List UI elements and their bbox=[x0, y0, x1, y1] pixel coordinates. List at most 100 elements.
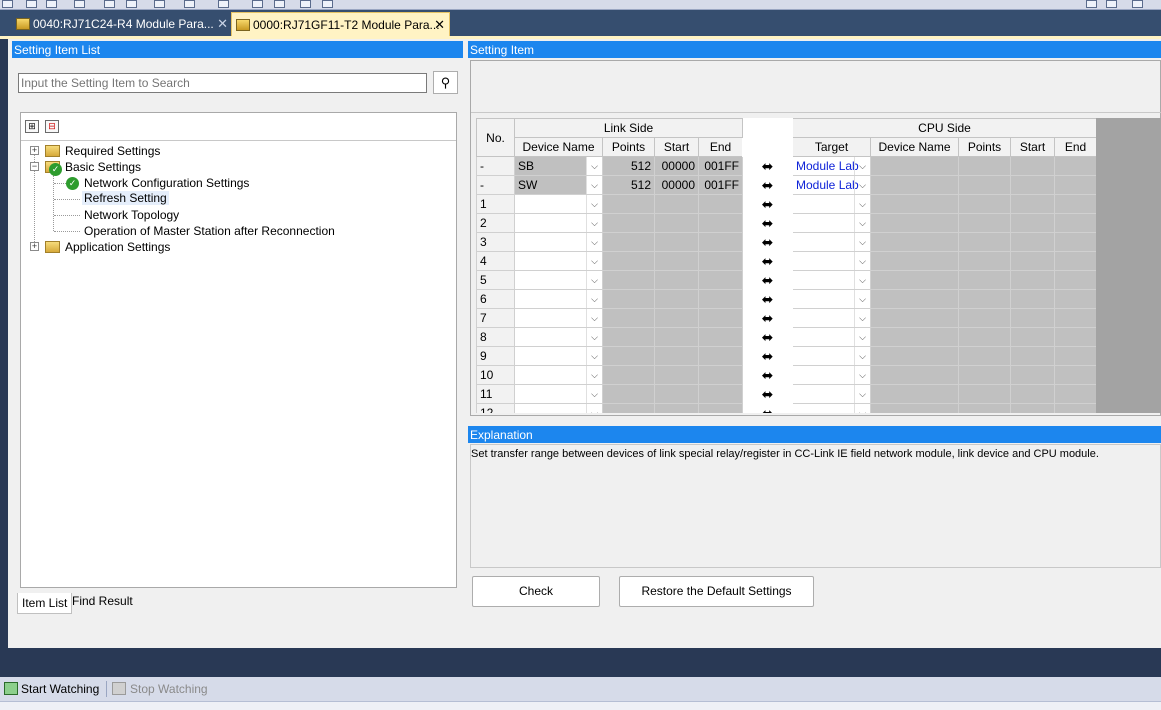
toolbar-icon[interactable] bbox=[26, 0, 37, 8]
cpu-start-cell[interactable] bbox=[1010, 194, 1055, 214]
end-cell[interactable]: 001FF bbox=[698, 175, 743, 195]
cpu-points-cell[interactable] bbox=[958, 175, 1011, 195]
chevron-down-icon[interactable]: ⌵ bbox=[854, 347, 870, 365]
points-cell[interactable] bbox=[602, 346, 655, 366]
cpu-end-cell[interactable] bbox=[1054, 194, 1096, 214]
points-cell[interactable]: 512 bbox=[602, 175, 655, 195]
toolbar-icon[interactable] bbox=[46, 0, 57, 8]
points-cell[interactable] bbox=[602, 308, 655, 328]
target-combo[interactable]: ⌵ bbox=[792, 346, 871, 366]
cpu-end-cell[interactable] bbox=[1054, 270, 1096, 290]
start-cell[interactable] bbox=[654, 327, 699, 347]
cpu-points-cell[interactable] bbox=[958, 365, 1011, 385]
device-name-combo[interactable]: ⌵ bbox=[514, 251, 603, 271]
cpu-device-name-cell[interactable] bbox=[870, 384, 959, 404]
chevron-down-icon[interactable]: ⌵ bbox=[586, 404, 602, 413]
chevron-down-icon[interactable]: ⌵ bbox=[586, 176, 602, 194]
close-icon[interactable]: ✕ bbox=[434, 17, 445, 33]
points-cell[interactable] bbox=[602, 232, 655, 252]
cpu-points-cell[interactable] bbox=[958, 327, 1011, 347]
check-button[interactable]: Check bbox=[472, 576, 600, 607]
end-cell[interactable] bbox=[698, 403, 743, 413]
chevron-down-icon[interactable]: ⌵ bbox=[586, 214, 602, 232]
start-watching-button[interactable]: Start Watching bbox=[21, 682, 99, 696]
cpu-start-cell[interactable] bbox=[1010, 289, 1055, 309]
check-icon[interactable] bbox=[154, 0, 165, 8]
chevron-down-icon[interactable]: ⌵ bbox=[854, 214, 870, 232]
start-cell[interactable] bbox=[654, 194, 699, 214]
end-cell[interactable] bbox=[698, 270, 743, 290]
tree-item-network-configuration-settings[interactable]: Network Configuration Settings bbox=[84, 176, 249, 190]
cpu-points-cell[interactable] bbox=[958, 403, 1011, 413]
device-name-combo[interactable]: SW ⌵ bbox=[514, 175, 603, 195]
cpu-device-name-cell[interactable] bbox=[870, 346, 959, 366]
cpu-end-cell[interactable] bbox=[1054, 327, 1096, 347]
collapse-all-icon[interactable]: ⊟ bbox=[45, 120, 59, 133]
chevron-down-icon[interactable]: ⌵ bbox=[854, 366, 870, 384]
end-cell[interactable] bbox=[698, 289, 743, 309]
cpu-device-name-cell[interactable] bbox=[870, 270, 959, 290]
tab-rj71c24-module-parameter[interactable]: 0040:RJ71C24-R4 Module Para... ✕ bbox=[12, 12, 232, 36]
target-combo[interactable]: ⌵ bbox=[792, 251, 871, 271]
zoom-icon[interactable] bbox=[218, 0, 229, 8]
cpu-points-cell[interactable] bbox=[958, 384, 1011, 404]
toolbar-icon[interactable] bbox=[2, 0, 13, 8]
chevron-down-icon[interactable]: ⌵ bbox=[586, 366, 602, 384]
expand-icon[interactable]: + bbox=[30, 242, 39, 251]
start-cell[interactable] bbox=[654, 346, 699, 366]
cpu-start-cell[interactable] bbox=[1010, 327, 1055, 347]
cpu-points-cell[interactable] bbox=[958, 232, 1011, 252]
check-icon[interactable] bbox=[126, 0, 137, 8]
end-cell[interactable] bbox=[698, 365, 743, 385]
tree-item-required-settings[interactable]: Required Settings bbox=[65, 144, 160, 158]
points-cell[interactable] bbox=[602, 289, 655, 309]
chevron-down-icon[interactable]: ⌵ bbox=[586, 271, 602, 289]
restore-default-settings-button[interactable]: Restore the Default Settings bbox=[619, 576, 814, 607]
print-icon[interactable] bbox=[300, 0, 311, 8]
points-cell[interactable] bbox=[602, 270, 655, 290]
chevron-down-icon[interactable]: ⌵ bbox=[586, 290, 602, 308]
find-binoculars-icon[interactable]: ⚲ bbox=[433, 71, 458, 94]
collapse-icon[interactable]: − bbox=[30, 162, 39, 171]
chevron-down-icon[interactable]: ⌵ bbox=[586, 252, 602, 270]
cpu-start-cell[interactable] bbox=[1010, 365, 1055, 385]
points-cell[interactable] bbox=[602, 403, 655, 413]
chevron-down-icon[interactable]: ⌵ bbox=[586, 309, 602, 327]
target-combo[interactable]: ⌵ bbox=[792, 194, 871, 214]
close-icon[interactable]: ✕ bbox=[217, 16, 228, 32]
end-cell[interactable] bbox=[698, 194, 743, 214]
cpu-start-cell[interactable] bbox=[1010, 346, 1055, 366]
cpu-start-cell[interactable] bbox=[1010, 270, 1055, 290]
chevron-down-icon[interactable]: ⌵ bbox=[854, 290, 870, 308]
cpu-start-cell[interactable] bbox=[1010, 156, 1055, 176]
tree-item-network-topology[interactable]: Network Topology bbox=[84, 208, 179, 222]
end-cell[interactable] bbox=[698, 251, 743, 271]
target-combo[interactable]: ⌵ bbox=[792, 289, 871, 309]
start-cell[interactable] bbox=[654, 403, 699, 413]
start-cell[interactable] bbox=[654, 270, 699, 290]
target-combo[interactable]: ⌵ bbox=[792, 403, 871, 413]
device-name-combo[interactable]: ⌵ bbox=[514, 308, 603, 328]
cpu-end-cell[interactable] bbox=[1054, 175, 1096, 195]
cpu-end-cell[interactable] bbox=[1054, 232, 1096, 252]
device-name-combo[interactable]: ⌵ bbox=[514, 232, 603, 252]
points-cell[interactable] bbox=[602, 327, 655, 347]
tab-item-list[interactable]: Item List bbox=[17, 593, 73, 614]
toolbar-icon[interactable] bbox=[74, 0, 85, 8]
points-cell[interactable] bbox=[602, 365, 655, 385]
cpu-start-cell[interactable] bbox=[1010, 308, 1055, 328]
points-cell[interactable]: 512 bbox=[602, 156, 655, 176]
start-cell[interactable] bbox=[654, 365, 699, 385]
target-combo[interactable]: ⌵ bbox=[792, 270, 871, 290]
cpu-device-name-cell[interactable] bbox=[870, 251, 959, 271]
start-cell[interactable]: 00000 bbox=[654, 175, 699, 195]
cpu-device-name-cell[interactable] bbox=[870, 175, 959, 195]
device-name-combo[interactable]: ⌵ bbox=[514, 194, 603, 214]
cpu-end-cell[interactable] bbox=[1054, 213, 1096, 233]
toolbar-icon[interactable] bbox=[1086, 0, 1097, 8]
chevron-down-icon[interactable]: ⌵ bbox=[586, 195, 602, 213]
cpu-points-cell[interactable] bbox=[958, 346, 1011, 366]
cpu-device-name-cell[interactable] bbox=[870, 365, 959, 385]
start-cell[interactable] bbox=[654, 251, 699, 271]
print-icon[interactable] bbox=[322, 0, 333, 8]
